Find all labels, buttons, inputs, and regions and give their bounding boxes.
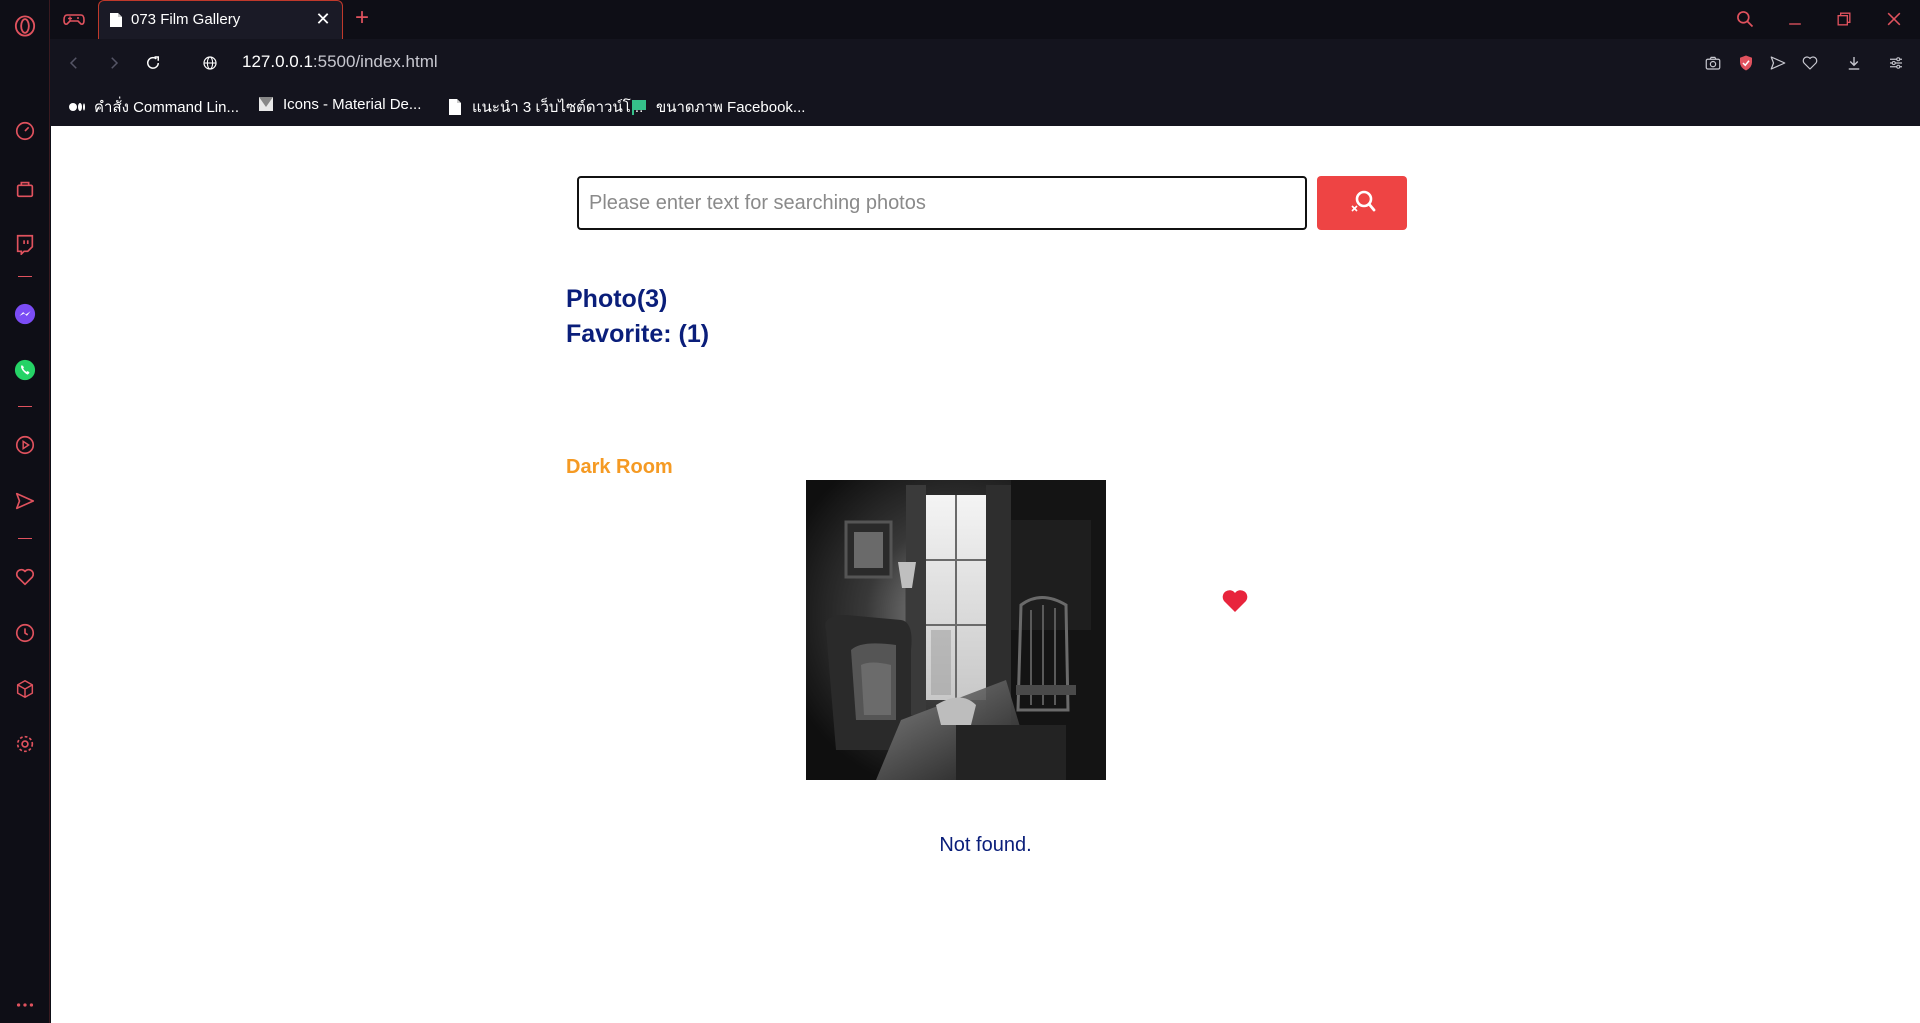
history-clock-icon[interactable] bbox=[12, 620, 38, 646]
send-to-flow-icon[interactable] bbox=[1766, 51, 1790, 75]
extensions-cube-icon[interactable] bbox=[12, 676, 38, 702]
bookmark-item[interactable]: คำสั่ง Command Lin... bbox=[68, 95, 239, 119]
document-icon bbox=[446, 98, 464, 116]
bookmark-item[interactable]: Icons - Material De... bbox=[257, 95, 421, 113]
photo-count: Photo(3) bbox=[566, 285, 668, 313]
url-field[interactable]: 127.0.0.1:5500/index.html bbox=[242, 52, 438, 72]
browser-sidebar bbox=[0, 0, 50, 1023]
heart-outline-icon[interactable] bbox=[12, 564, 38, 590]
easy-setup-icon[interactable] bbox=[1884, 51, 1908, 75]
bookmarks-bar: คำสั่ง Command Lin... Icons - Material D… bbox=[50, 86, 1920, 126]
sidebar-divider bbox=[18, 538, 32, 539]
more-dots-icon[interactable] bbox=[12, 992, 38, 1018]
flag-icon bbox=[630, 98, 648, 116]
search-icon bbox=[1347, 187, 1377, 220]
tab-title: 073 Film Gallery bbox=[131, 11, 241, 28]
sidebar-divider bbox=[18, 406, 32, 407]
speed-dial-icon[interactable] bbox=[12, 118, 38, 144]
settings-gear-icon[interactable] bbox=[12, 731, 38, 757]
medium-icon bbox=[68, 98, 86, 116]
restore-icon[interactable] bbox=[1830, 6, 1858, 32]
bookmark-label: แนะนำ 3 เว็บไซต์ดาวน์โ... bbox=[472, 99, 644, 116]
address-bar: 127.0.0.1:5500/index.html bbox=[50, 39, 1920, 86]
bookmark-label: ขนาดภาพ Facebook... bbox=[656, 99, 806, 116]
bookmark-label: คำสั่ง Command Lin... bbox=[94, 99, 239, 116]
bookmark-item[interactable]: แนะนำ 3 เว็บไซต์ดาวน์โ... bbox=[446, 95, 643, 119]
twitch-icon[interactable] bbox=[12, 231, 38, 257]
reload-icon[interactable] bbox=[141, 51, 165, 75]
messenger-icon[interactable] bbox=[12, 301, 38, 327]
opera-logo-icon[interactable] bbox=[12, 13, 38, 39]
site-info-globe-icon[interactable] bbox=[198, 51, 222, 75]
search-button[interactable] bbox=[1317, 176, 1407, 230]
photo-image[interactable] bbox=[806, 480, 1106, 780]
player-icon[interactable] bbox=[12, 432, 38, 458]
url-host: 127.0.0.1 bbox=[242, 52, 313, 71]
back-icon[interactable] bbox=[62, 51, 86, 75]
bookmark-heart-icon[interactable] bbox=[1798, 51, 1822, 75]
forward-icon[interactable] bbox=[102, 51, 126, 75]
search-input[interactable] bbox=[577, 176, 1307, 230]
material-icon bbox=[257, 95, 275, 113]
tab-film-gallery[interactable]: 073 Film Gallery ✕ bbox=[98, 0, 343, 39]
snapshot-camera-icon[interactable] bbox=[1701, 51, 1725, 75]
whatsapp-icon[interactable] bbox=[12, 357, 38, 383]
url-path: :5500/index.html bbox=[312, 52, 438, 71]
tab-strip: 073 Film Gallery ✕ + bbox=[50, 0, 1920, 39]
bookmark-item[interactable]: ขนาดภาพ Facebook... bbox=[630, 95, 805, 119]
new-tab-icon[interactable]: + bbox=[355, 6, 369, 30]
shopping-icon[interactable] bbox=[12, 176, 38, 202]
adblock-shield-icon[interactable] bbox=[1734, 51, 1758, 75]
tab-close-icon[interactable]: ✕ bbox=[314, 10, 332, 28]
favorite-heart-icon[interactable] bbox=[1221, 588, 1249, 614]
send-icon[interactable] bbox=[12, 488, 38, 514]
minimize-icon[interactable] bbox=[1781, 6, 1809, 32]
not-found-message: Not found. bbox=[939, 834, 1032, 856]
sidebar-divider bbox=[18, 276, 32, 277]
page-content: Photo(3) Favorite: (1) Dark Room bbox=[51, 126, 1920, 1023]
bookmark-label: Icons - Material De... bbox=[283, 95, 422, 113]
close-window-icon[interactable] bbox=[1880, 6, 1908, 32]
search-tabs-icon[interactable] bbox=[1731, 6, 1759, 32]
document-icon bbox=[109, 12, 123, 28]
gamepad-icon[interactable] bbox=[62, 7, 86, 31]
favorite-count: Favorite: (1) bbox=[566, 320, 710, 348]
download-icon[interactable] bbox=[1842, 51, 1866, 75]
photo-title: Dark Room bbox=[566, 456, 673, 478]
